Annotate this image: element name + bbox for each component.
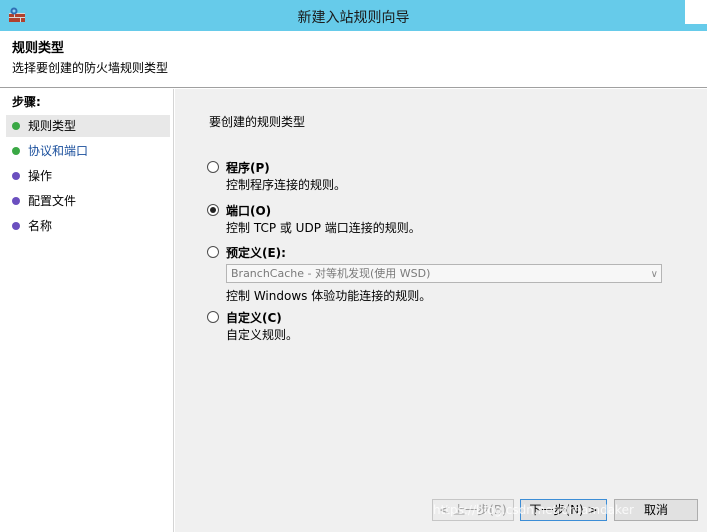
steps-title: 步骤: <box>12 95 41 109</box>
step-name[interactable]: 名称 <box>6 215 170 237</box>
page-subtitle: 选择要创建的防火墙规则类型 <box>12 61 169 75</box>
title-bar: 新建入站规则向导 <box>0 0 707 31</box>
port-radio[interactable] <box>207 204 219 216</box>
option-description: 控制 TCP 或 UDP 端口连接的规则。 <box>226 221 421 235</box>
page-title: 规则类型 <box>12 41 65 56</box>
step-protocol-and-port[interactable]: 协议和端口 <box>6 140 170 162</box>
option-description: 控制程序连接的规则。 <box>226 178 347 192</box>
steps-pane: 步骤: 规则类型 协议和端口 操作 配置文件 名称 <box>0 89 174 532</box>
step-action[interactable]: 操作 <box>6 165 170 187</box>
step-label: 规则类型 <box>28 119 77 133</box>
step-profile[interactable]: 配置文件 <box>6 190 170 212</box>
step-label: 名称 <box>28 219 53 233</box>
back-button[interactable]: < 上一步(B) <box>432 499 514 521</box>
rule-type-prompt: 要创建的规则类型 <box>209 115 306 129</box>
dropdown-value: BranchCache - 对等机发现(使用 WSD) <box>231 267 431 280</box>
step-status-icon <box>12 147 20 155</box>
next-button[interactable]: 下一步(N) > <box>520 499 607 521</box>
step-status-icon <box>12 122 20 130</box>
main-panel: 要创建的规则类型 程序(P) 控制程序连接的规则。 端口(O) 控制 TCP 或… <box>175 89 707 532</box>
option-label: 自定义(C) <box>226 311 282 325</box>
step-status-icon <box>12 197 20 205</box>
step-status-icon <box>12 222 20 230</box>
cancel-button[interactable]: 取消 <box>614 499 698 521</box>
window-title: 新建入站规则向导 <box>297 10 410 26</box>
custom-radio[interactable] <box>207 311 219 323</box>
option-label: 端口(O) <box>226 204 272 218</box>
wizard-header: 规则类型 选择要创建的防火墙规则类型 <box>0 31 707 88</box>
option-description: 控制 Windows 体验功能连接的规则。 <box>226 289 432 303</box>
option-label: 程序(P) <box>226 161 270 175</box>
predefined-dropdown[interactable]: BranchCache - 对等机发现(使用 WSD) ∨ <box>226 264 662 283</box>
step-label: 操作 <box>28 169 53 183</box>
predefined-radio[interactable] <box>207 246 219 258</box>
close-button[interactable] <box>685 0 707 24</box>
chevron-down-icon[interactable]: ∨ <box>651 266 658 283</box>
option-label: 预定义(E): <box>226 246 286 260</box>
option-description: 自定义规则。 <box>226 328 299 342</box>
program-radio[interactable] <box>207 161 219 173</box>
step-rule-type[interactable]: 规则类型 <box>6 115 170 137</box>
step-status-icon <box>12 172 20 180</box>
step-label: 配置文件 <box>28 194 77 208</box>
step-label: 协议和端口 <box>28 144 89 158</box>
